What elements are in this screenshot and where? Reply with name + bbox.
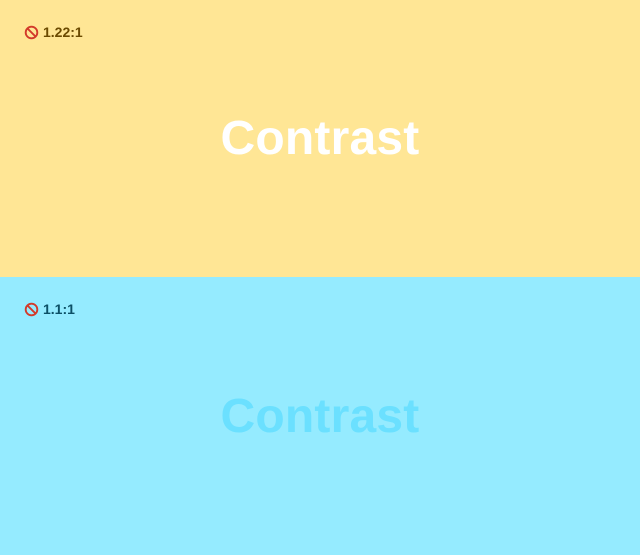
contrast-sample-text: Contrast bbox=[220, 112, 420, 165]
contrast-panel-top: 1.22:1 Contrast bbox=[0, 0, 640, 277]
contrast-sample-text: Contrast bbox=[220, 389, 420, 443]
contrast-panel-bottom: 1.1:1 Contrast bbox=[0, 277, 640, 555]
